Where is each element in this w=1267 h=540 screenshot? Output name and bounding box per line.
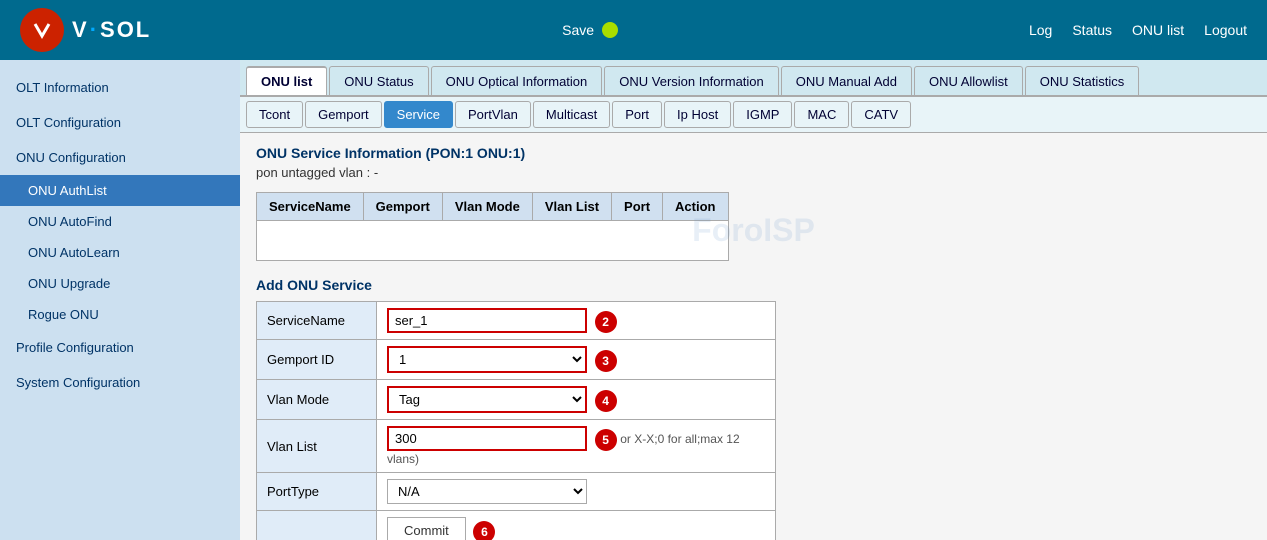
tab-onu-version[interactable]: ONU Version Information — [604, 66, 779, 95]
cell-gemport-id: 1234 3 — [377, 340, 776, 380]
col-gemport: Gemport — [363, 193, 442, 221]
form-row-vlan-mode: Vlan Mode TagTransparentTranslate 4 — [257, 380, 776, 420]
commit-label-cell — [257, 511, 377, 540]
logo-text: V·SOL — [72, 17, 151, 43]
col-vlan-list: Vlan List — [532, 193, 611, 221]
cell-servicename: 2 — [377, 302, 776, 340]
sub-tab-igmp[interactable]: IGMP — [733, 101, 792, 128]
sub-tab-port[interactable]: Port — [612, 101, 662, 128]
top-bar: V·SOL Save Log Status ONU list Logout — [0, 0, 1267, 60]
sidebar-item-olt-information[interactable]: OLT Information — [0, 70, 240, 105]
badge-6: 6 — [473, 521, 495, 540]
main-layout: OLT Information OLT Configuration ONU Co… — [0, 60, 1267, 540]
form-section-title: Add ONU Service — [256, 277, 1251, 293]
form-row-gemport-id: Gemport ID 1234 3 — [257, 340, 776, 380]
sidebar-item-system-configuration[interactable]: System Configuration — [0, 365, 240, 400]
form-row-servicename: ServiceName 2 — [257, 302, 776, 340]
service-table: ServiceName Gemport Vlan Mode Vlan List … — [256, 192, 729, 261]
tab-onu-statistics[interactable]: ONU Statistics — [1025, 66, 1140, 95]
col-service-name: ServiceName — [257, 193, 364, 221]
main-tab-bar: ONU list ONU Status ONU Optical Informat… — [240, 60, 1267, 97]
sidebar-item-profile-configuration[interactable]: Profile Configuration — [0, 330, 240, 365]
sub-tab-portvlan[interactable]: PortVlan — [455, 101, 531, 128]
select-vlan-mode[interactable]: TagTransparentTranslate — [387, 386, 587, 413]
page-content: ONU Service Information (PON:1 ONU:1) po… — [240, 133, 1267, 540]
form-row-commit: Commit 6 — [257, 511, 776, 540]
badge-4: 4 — [595, 390, 617, 412]
sidebar-sub-onu-upgrade[interactable]: ONU Upgrade — [0, 268, 240, 299]
label-porttype: PortType — [257, 473, 377, 511]
select-porttype[interactable]: N/AETHVOIPUSB — [387, 479, 587, 504]
log-link[interactable]: Log — [1029, 22, 1052, 38]
select-gemport-id[interactable]: 1234 — [387, 346, 587, 373]
tab-onu-allowlist[interactable]: ONU Allowlist — [914, 66, 1023, 95]
cell-vlan-list: 5 or X-X;0 for all;max 12 vlans) — [377, 420, 776, 473]
input-servicename[interactable] — [387, 308, 587, 333]
tab-onu-optical[interactable]: ONU Optical Information — [431, 66, 603, 95]
save-label: Save — [562, 22, 594, 38]
sidebar: OLT Information OLT Configuration ONU Co… — [0, 60, 240, 540]
sub-tab-mac[interactable]: MAC — [794, 101, 849, 128]
sidebar-sub-onu-authlist[interactable]: ONU AuthList — [0, 175, 240, 206]
form-row-porttype: PortType N/AETHVOIPUSB — [257, 473, 776, 511]
label-servicename: ServiceName — [257, 302, 377, 340]
cell-vlan-mode: TagTransparentTranslate 4 — [377, 380, 776, 420]
tab-onu-status[interactable]: ONU Status — [329, 66, 428, 95]
label-vlan-mode: Vlan Mode — [257, 380, 377, 420]
sub-tab-catv[interactable]: CATV — [851, 101, 911, 128]
sub-tab-multicast[interactable]: Multicast — [533, 101, 610, 128]
col-vlan-mode: Vlan Mode — [442, 193, 532, 221]
sidebar-sub-onu-autolearn[interactable]: ONU AutoLearn — [0, 237, 240, 268]
onu-list-link[interactable]: ONU list — [1132, 22, 1184, 38]
commit-button[interactable]: Commit — [387, 517, 466, 540]
top-right-nav: Log Status ONU list Logout — [1029, 22, 1247, 38]
logo-area: V·SOL — [20, 8, 151, 52]
sub-tab-gemport[interactable]: Gemport — [305, 101, 382, 128]
content-area: ONU list ONU Status ONU Optical Informat… — [240, 60, 1267, 540]
sub-tab-tcont[interactable]: Tcont — [246, 101, 303, 128]
sidebar-item-olt-configuration[interactable]: OLT Configuration — [0, 105, 240, 140]
badge-3: 3 — [595, 350, 617, 372]
tab-onu-list[interactable]: ONU list — [246, 66, 327, 95]
status-dot — [602, 22, 618, 38]
label-gemport-id: Gemport ID — [257, 340, 377, 380]
cell-porttype: N/AETHVOIPUSB — [377, 473, 776, 511]
table-area: ForoISP ServiceName Gemport Vlan Mode Vl… — [256, 192, 1251, 261]
commit-cell: Commit 6 — [377, 511, 776, 540]
save-area: Save — [562, 22, 618, 38]
logo-icon — [20, 8, 64, 52]
label-vlan-list: Vlan List — [257, 420, 377, 473]
sub-tab-ip-host[interactable]: Ip Host — [664, 101, 731, 128]
logout-link[interactable]: Logout — [1204, 22, 1247, 38]
sidebar-item-onu-configuration[interactable]: ONU Configuration — [0, 140, 240, 175]
sub-tab-service[interactable]: Service — [384, 101, 453, 128]
sidebar-sub-rogue-onu[interactable]: Rogue ONU — [0, 299, 240, 330]
form-row-vlan-list: Vlan List 5 or X-X;0 for all;max 12 vlan… — [257, 420, 776, 473]
sidebar-sub-onu-autofind[interactable]: ONU AutoFind — [0, 206, 240, 237]
page-subtitle: pon untagged vlan : - — [256, 165, 1251, 180]
input-vlan-list[interactable] — [387, 426, 587, 451]
status-link[interactable]: Status — [1072, 22, 1112, 38]
add-onu-service-form: ServiceName 2 Gemport ID 1234 3 — [256, 301, 776, 540]
tab-onu-manual-add[interactable]: ONU Manual Add — [781, 66, 912, 95]
col-port: Port — [612, 193, 663, 221]
badge-2: 2 — [595, 311, 617, 333]
page-title: ONU Service Information (PON:1 ONU:1) — [256, 145, 1251, 161]
sub-tab-bar: Tcont Gemport Service PortVlan Multicast… — [240, 97, 1267, 133]
badge-5: 5 — [595, 429, 617, 451]
col-action: Action — [663, 193, 728, 221]
